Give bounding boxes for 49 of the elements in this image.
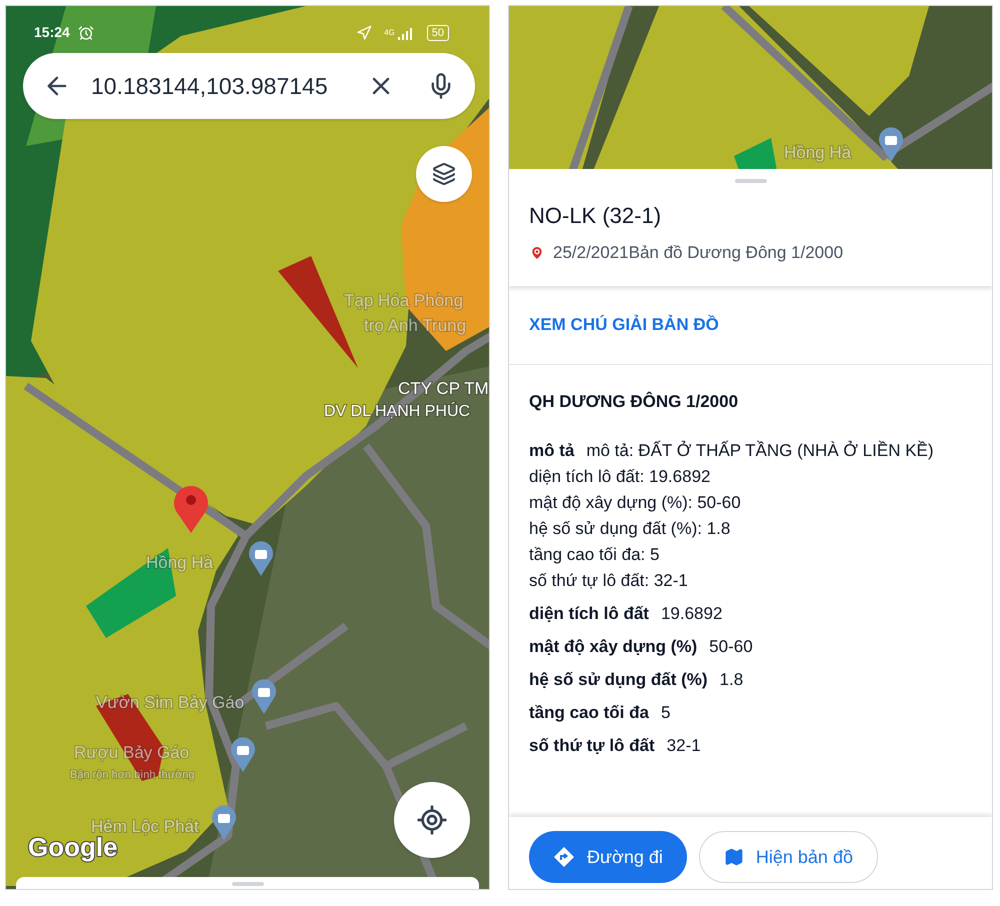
attribute-value: mô tả: ĐẤT Ở THẤP TẦNG (NHÀ Ở LIỀN KỀ) [586, 440, 934, 462]
network-label: 4G [384, 26, 395, 38]
map-marker-icon[interactable] [231, 737, 255, 772]
battery-indicator: 50 [426, 24, 449, 40]
drag-handle[interactable] [232, 882, 264, 886]
pin-icon [529, 244, 545, 261]
legend-link[interactable]: XEM CHÚ GIẢI BẢN ĐỒ [529, 314, 719, 334]
section-title: QH DƯƠNG ĐÔNG 1/2000 [529, 390, 740, 412]
directions-icon [553, 846, 575, 868]
map-marker-icon[interactable] [252, 679, 276, 714]
attribute-label: tầng cao tối đa [529, 702, 649, 724]
description-line: số thứ tự lô đất: 32-1 [529, 570, 689, 592]
map-marker-icon[interactable] [879, 127, 903, 162]
attribute-label: hệ số sử dụng đất (%) [529, 669, 708, 691]
locate-icon [416, 804, 448, 836]
attribute-label: diện tích lô đất [529, 603, 649, 625]
attribute-value: 1.8 [720, 669, 744, 691]
description-line: mật độ xây dựng (%): 50-60 [529, 492, 742, 514]
attribute-label: số thứ tự lô đất [529, 735, 655, 757]
signal-icon [396, 26, 415, 40]
description-line: diện tích lô đất: 19.6892 [529, 466, 712, 488]
map-label: CTY CP TM [398, 379, 489, 398]
location-arrow-icon [356, 24, 372, 40]
satellite-map-drawing[interactable] [509, 6, 992, 169]
search-bar[interactable]: 10.183144,103.987145 [23, 53, 475, 119]
attribute-value: 32-1 [666, 735, 701, 757]
map-label: DV DL HẠNH PHÚC [324, 403, 470, 420]
attribute-label: mật độ xây dựng (%) [529, 636, 698, 658]
attribute-label: mô tả [529, 440, 574, 462]
place-title: NO-LK (32-1) [529, 202, 662, 230]
place-subtitle: 25/2/2021Bản đồ Dương Đông 1/2000 [553, 242, 844, 264]
layers-icon [432, 162, 456, 186]
status-time: 15:24 [34, 23, 70, 42]
description-line: hệ số sử dụng đất (%): 1.8 [529, 518, 732, 540]
attribute-value: 19.6892 [660, 603, 722, 625]
alarm-icon [78, 24, 94, 40]
directions-button[interactable]: Đường đi [529, 831, 687, 883]
search-field[interactable]: 10.183144,103.987145 [91, 68, 351, 104]
map-label: Tạp Hóa Phòng [344, 291, 464, 310]
attribute-value: 5 [660, 702, 670, 724]
map-marker-icon[interactable] [212, 805, 236, 840]
location-pin-icon[interactable] [174, 486, 208, 533]
map-icon [724, 847, 744, 867]
map-marker-icon[interactable] [249, 541, 273, 576]
description-line: tầng cao tối đa: 5 [529, 544, 660, 566]
show-map-button[interactable]: Hiện bản đồ [698, 831, 878, 883]
drag-handle[interactable] [734, 179, 766, 183]
map-label: Hồng Hà [784, 143, 852, 162]
attribute-value: 50-60 [709, 636, 753, 658]
